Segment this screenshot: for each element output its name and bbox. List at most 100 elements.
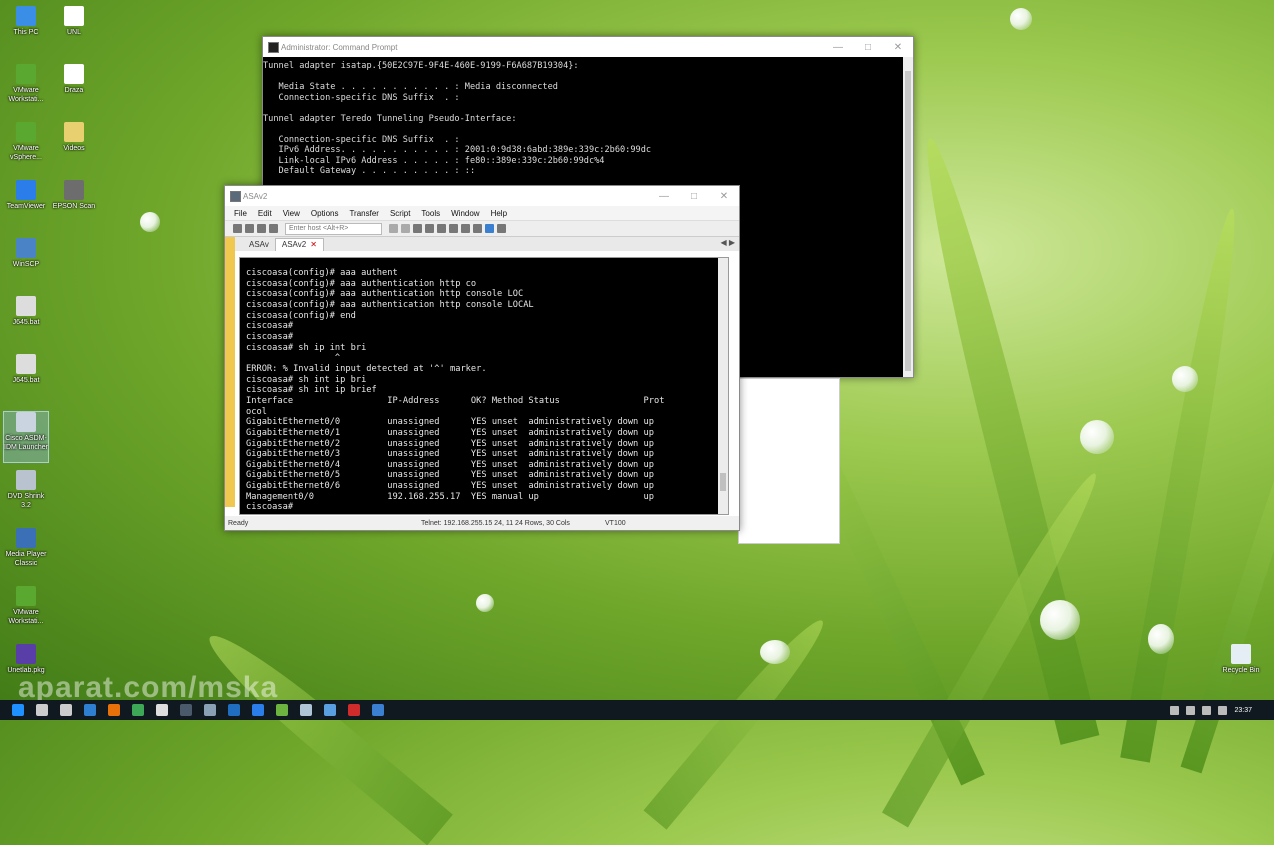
keyboard-icon[interactable] [1218, 705, 1228, 715]
desktop-icon-winscp[interactable]: WinSCP [4, 238, 48, 269]
crt-window-title: ASAv2 [243, 192, 268, 201]
help-icon[interactable] [485, 224, 494, 233]
teamviewer-icon[interactable] [252, 704, 264, 716]
edge-icon[interactable] [84, 704, 96, 716]
winscp-icon [16, 238, 36, 258]
desktop-icon-vmware-vsphere[interactable]: VMware vSphere... [4, 122, 48, 162]
desktop-icon-unl[interactable]: UNL [52, 6, 96, 37]
close-button[interactable]: ✕ [883, 37, 913, 57]
chrome-icon[interactable] [132, 704, 144, 716]
terminal-icon[interactable] [204, 704, 216, 716]
menu-tools[interactable]: Tools [418, 209, 448, 218]
tray-up-arrow-icon[interactable] [1170, 705, 1180, 715]
search-icon[interactable] [36, 704, 48, 716]
maximize-button[interactable]: □ [853, 37, 883, 57]
crt-title-bar[interactable]: ASAv2 — □ ✕ [225, 186, 739, 206]
minimize-button[interactable]: — [823, 37, 853, 57]
clock[interactable]: 23:37 [1234, 707, 1252, 714]
menu-view[interactable]: View [280, 209, 308, 218]
settings-icon[interactable] [437, 224, 446, 233]
desktop-icon-videos[interactable]: Videos [52, 122, 96, 153]
scrollbar-thumb[interactable] [905, 71, 911, 371]
asdm-icon[interactable] [300, 704, 312, 716]
desktop-icon-j645-bat[interactable]: J645.bat [4, 296, 48, 327]
vmware-icon [16, 586, 36, 606]
menu-help[interactable]: Help [488, 209, 515, 218]
taskbar: 23:37 [0, 700, 1274, 720]
desktop-icon-this-pc[interactable]: This PC [4, 6, 48, 37]
desktop-icon-vmware-workstation[interactable]: VMware Workstati... [4, 64, 48, 104]
tab-asav[interactable]: ASAv [243, 239, 275, 251]
close-button[interactable]: ✕ [709, 186, 739, 206]
vmware-icon [16, 122, 36, 142]
network-app-icon[interactable] [372, 704, 384, 716]
connect-icon[interactable] [233, 224, 242, 233]
sftp-icon[interactable] [449, 224, 458, 233]
teamviewer-icon [16, 180, 36, 200]
vmware-icon[interactable] [276, 704, 288, 716]
options-icon[interactable] [473, 224, 482, 233]
print-icon[interactable] [425, 224, 434, 233]
menu-window[interactable]: Window [448, 209, 487, 218]
session-tabs: ASAv ASAv2 ✕ ◀ ▶ [225, 237, 739, 251]
host-input[interactable]: Enter host <Alt+R> [285, 222, 382, 235]
status-connection-info: Telnet: 192.168.255.15 24, 11 24 Rows, 3… [421, 519, 570, 527]
terminal-output[interactable]: ciscoasa(config)# aaa authent ciscoasa(c… [246, 268, 714, 514]
desktop-icon-label: Recycle Bin [1222, 667, 1260, 674]
desktop-icon-media-player-classic[interactable]: Media Player Classic [4, 528, 48, 568]
menu-transfer[interactable]: Transfer [346, 209, 387, 218]
close-tab-icon[interactable]: ✕ [310, 240, 317, 249]
cmd-title-bar[interactable]: Administrator: Command Prompt — □ ✕ [263, 37, 913, 57]
connect-tab-icon[interactable] [257, 224, 266, 233]
paste-icon[interactable] [401, 224, 410, 233]
recycle-bin-icon [1231, 644, 1251, 664]
quick-connect-icon[interactable] [245, 224, 254, 233]
keymap-icon[interactable] [461, 224, 470, 233]
volume-icon[interactable] [1202, 705, 1212, 715]
tab-scroll-arrows-icon[interactable]: ◀ ▶ [720, 238, 735, 247]
status-ready: Ready [228, 519, 249, 527]
pdf-icon[interactable] [348, 704, 360, 716]
desktop-icon-dvd-shrink[interactable]: DVD Shrink 3.2 [4, 470, 48, 510]
scrollbar-thumb[interactable] [720, 473, 726, 491]
desktop-icon-epson-scan[interactable]: EPSON Scan [52, 180, 96, 211]
start-icon[interactable] [12, 704, 24, 716]
menu-script[interactable]: Script [387, 209, 418, 218]
securecrt-window[interactable]: ASAv2 — □ ✕ File Edit View Options Trans… [224, 185, 740, 531]
desktop-icon-vmware-workstation-2[interactable]: VMware Workstati... [4, 586, 48, 626]
desktop-icon-label: Videos [63, 145, 85, 152]
scanner-icon [64, 180, 84, 200]
outlook-icon[interactable] [228, 704, 240, 716]
desktop-icon-j645-bat-2[interactable]: J645.bat [4, 354, 48, 385]
disconnect-icon[interactable] [269, 224, 278, 233]
network-icon[interactable] [1186, 705, 1196, 715]
terminal-scrollbar[interactable] [718, 258, 728, 514]
firefox-icon[interactable] [108, 704, 120, 716]
vmware-icon [16, 64, 36, 84]
minimize-button[interactable]: — [649, 186, 679, 206]
menu-file[interactable]: File [231, 209, 255, 218]
terminal-area[interactable]: ciscoasa(config)# aaa authent ciscoasa(c… [239, 257, 729, 515]
desktop-icon-label: TeamViewer [6, 203, 46, 210]
about-icon[interactable] [497, 224, 506, 233]
desktop-icon-draza[interactable]: Draza [52, 64, 96, 95]
securecrt-icon[interactable] [180, 704, 192, 716]
desktop-icon-label: Cisco ASDM-IDM Launcher [4, 435, 48, 451]
tab-asav2[interactable]: ASAv2 ✕ [274, 238, 324, 251]
copy-icon[interactable] [389, 224, 398, 233]
desktop-icon-recycle-bin[interactable]: Recycle Bin [1218, 644, 1264, 675]
desktop-icon-label: DVD Shrink 3.2 [7, 493, 45, 509]
maximize-button[interactable]: □ [679, 186, 709, 206]
cmd-scrollbar[interactable] [903, 57, 913, 377]
menu-options[interactable]: Options [308, 209, 347, 218]
task-view-icon[interactable] [60, 704, 72, 716]
find-icon[interactable] [413, 224, 422, 233]
desktop-icon-teamviewer[interactable]: TeamViewer [4, 180, 48, 211]
computer-icon [16, 6, 36, 26]
desktop-icon-label: Draza [64, 87, 84, 94]
desktop-icon-cisco-asdm[interactable]: Cisco ASDM-IDM Launcher [3, 411, 49, 463]
session-manager-sidebar[interactable] [225, 237, 235, 507]
menu-edit[interactable]: Edit [255, 209, 280, 218]
cmd-icon[interactable] [156, 704, 168, 716]
app-icon[interactable] [324, 704, 336, 716]
